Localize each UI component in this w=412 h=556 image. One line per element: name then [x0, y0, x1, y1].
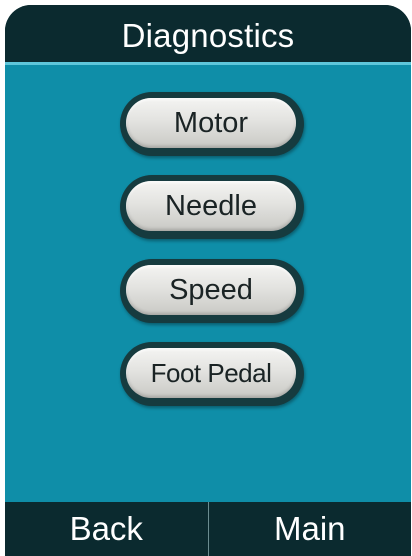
needle-button-face: Needle [126, 181, 296, 231]
footer-nav: Back Main [5, 502, 411, 556]
page-title: Diagnostics [121, 16, 295, 54]
motor-button-face: Motor [126, 98, 296, 148]
diagnostics-screen: Diagnostics Motor Needle Speed Foot Peda… [5, 5, 411, 556]
main-button[interactable]: Main [209, 502, 412, 556]
speed-button[interactable]: Speed [120, 259, 304, 323]
back-button[interactable]: Back [5, 502, 208, 556]
title-bar: Diagnostics [5, 5, 411, 62]
motor-button[interactable]: Motor [120, 92, 304, 156]
motor-button-label: Motor [173, 106, 249, 139]
needle-button-label: Needle [165, 189, 257, 222]
speed-button-label: Speed [169, 273, 253, 306]
foot-pedal-button-label: Foot Pedal [150, 357, 272, 388]
foot-pedal-button[interactable]: Foot Pedal [120, 342, 304, 406]
diagnostics-menu: Motor Needle Speed Foot Pedal [5, 62, 411, 502]
needle-button[interactable]: Needle [120, 175, 304, 239]
foot-pedal-button-face: Foot Pedal [126, 348, 296, 398]
speed-button-face: Speed [126, 265, 296, 315]
main-button-label: Main [273, 510, 346, 547]
back-button-label: Back [69, 510, 143, 547]
